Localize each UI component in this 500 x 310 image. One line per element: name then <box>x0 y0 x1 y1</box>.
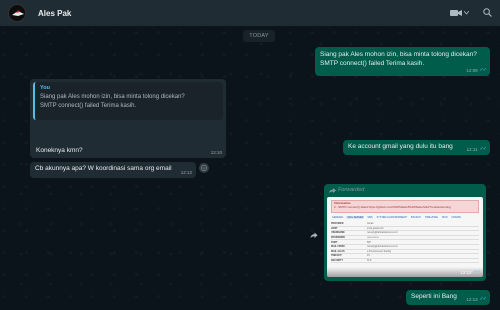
image-alert-text: 2 : SMTP connect() failed https://github… <box>334 204 451 209</box>
image-tab: SMS <box>367 215 373 219</box>
read-ticks-icon: ✓✓ <box>479 296 487 303</box>
smiley-icon <box>201 165 207 171</box>
row-value: smtp.gmail.com <box>367 226 384 230</box>
row-value: Gmail <box>367 222 374 226</box>
avatar-icon <box>9 5 25 21</box>
image-tab: SYSTEM & ENVIRONMENT <box>376 215 407 219</box>
search-icon <box>483 8 492 17</box>
message-bubble[interactable]: You Siang pak Ales mohon izin, bisa mint… <box>30 79 226 158</box>
row-key: MAIL ALIAS <box>331 249 345 253</box>
row-key: USERNAME <box>331 231 345 235</box>
quote-author: You <box>40 85 50 91</box>
row-value: e-Procurement Testing <box>367 249 392 253</box>
row-key: TIMEOUT <box>331 254 342 258</box>
image-tab: BACKUP <box>411 215 421 219</box>
message-time: 12:12 <box>180 169 192 175</box>
message-text: Koneknya kmn? <box>36 147 83 154</box>
forwarded-label: Forwarded <box>329 187 364 194</box>
quote-text: SMTP connect() failed Terima kasih. <box>40 102 137 109</box>
row-key: SECURITY <box>331 258 344 262</box>
contact-avatar[interactable] <box>8 4 26 22</box>
quoted-message[interactable]: You Siang pak Ales mohon izin, bisa mint… <box>33 82 223 120</box>
message-time: 12:11 <box>466 146 478 152</box>
read-ticks-icon: ✓✓ <box>479 67 487 74</box>
image-tab: GENERAL <box>332 215 344 219</box>
forwarded-image-message[interactable]: Forwarded Information 2 : SMTP connect()… <box>324 184 486 281</box>
image-alert: Information 2 : SMTP connect() failed ht… <box>331 200 479 213</box>
forwarded-arrow-icon <box>329 188 336 194</box>
message-time: 12:13 <box>466 296 478 302</box>
forward-share-button[interactable] <box>309 230 319 240</box>
row-key: PASSWORD <box>331 235 345 239</box>
row-value: 587 <box>367 240 371 244</box>
message-bubble[interactable]: Cb akunnya apa? W koordinasi sama org em… <box>30 162 196 178</box>
row-key: PROVIDER <box>331 222 344 226</box>
image-settings-table: PROVIDER Gmail HOST smtp.gmail.com USERNAM… <box>331 222 479 264</box>
chat-header: Ales Pak <box>0 0 500 26</box>
message-text: Seperti ini Bang <box>411 293 457 300</box>
row-key: MAIL FROM <box>331 245 345 249</box>
video-call-icon <box>450 10 462 16</box>
image-tabs: GENERAL MAIL SERVER SMS SYSTEM & ENVIRON… <box>331 215 479 220</box>
forwarded-text: Forwarded <box>338 187 365 193</box>
row-value: noreply@domainkomet.co.id <box>367 245 398 249</box>
image-tab: MAIL SERVER <box>346 215 365 220</box>
row-value: noreply@domainkomet.co.id <box>367 231 398 235</box>
message-bubble[interactable]: Siang pak Ales mohon izin, bisa minta to… <box>315 47 490 76</box>
date-divider: TODAY <box>243 30 275 42</box>
row-value: TLS <box>367 258 372 262</box>
message-time: 12:09 <box>466 67 478 73</box>
message-time: 12:10 <box>210 149 222 155</box>
read-ticks-icon: ✓✓ <box>479 146 487 153</box>
row-value: 15 <box>367 254 370 258</box>
message-bubble[interactable]: Seperti ini Bang 12:13 ✓✓ <box>406 290 490 305</box>
message-bubble[interactable]: Ke account gmail yang dulu itu bang 12:1… <box>343 140 490 155</box>
contact-name[interactable]: Ales Pak <box>38 9 71 18</box>
image-tab: SKIN <box>441 215 448 219</box>
message-time: 12:12 <box>460 269 472 275</box>
image-table-row: SECURITY TLS <box>331 259 479 264</box>
video-call-button[interactable] <box>450 9 469 17</box>
message-text: Ke account gmail yang dulu itu bang <box>348 143 453 150</box>
chevron-down-icon <box>464 11 469 15</box>
image-tab: UPDATE <box>451 215 461 219</box>
message-text: Cb akunnya apa? W koordinasi sama org em… <box>35 165 172 172</box>
message-text: Siang pak Ales mohon izin, bisa minta to… <box>320 51 477 58</box>
row-key: PORT <box>331 240 338 244</box>
share-arrow-icon <box>310 232 318 238</box>
quote-text: Siang pak Ales mohon izin, bisa minta to… <box>40 94 185 101</box>
message-text: SMTP connect() failed Terima kasih. <box>320 59 425 67</box>
search-button[interactable] <box>483 4 492 22</box>
read-ticks-icon: ✓✓ <box>473 269 481 276</box>
forwarded-image[interactable]: Information 2 : SMTP connect() failed ht… <box>327 197 483 277</box>
image-tab: TIME ZONE <box>424 215 438 219</box>
reaction-button[interactable] <box>199 163 209 173</box>
chat-panel[interactable]: TODAY Siang pak Ales mohon izin, bisa mi… <box>0 26 500 310</box>
row-key: HOST <box>331 226 338 230</box>
row-value: •••••••••••••• <box>367 235 379 239</box>
